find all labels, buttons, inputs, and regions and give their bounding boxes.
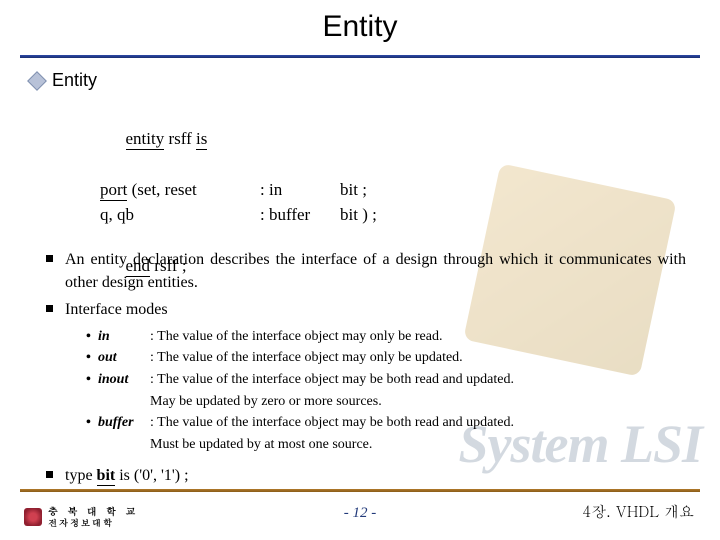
list-item: An entity declaration describes the inte… — [46, 248, 686, 294]
dot-bullet-icon: • — [86, 326, 98, 348]
dot-bullet-icon: • — [86, 369, 98, 391]
list-item: • in : The value of the interface object… — [86, 326, 686, 348]
chapter-label: 4장. VHDL 개요 — [582, 501, 694, 522]
list-item: • buffer : The value of the interface ob… — [86, 412, 686, 434]
section-title: Entity — [52, 70, 97, 91]
square-bullet-icon — [46, 305, 53, 312]
footer-rule — [20, 489, 700, 492]
square-bullet-icon — [46, 255, 53, 262]
dot-bullet-icon: • — [86, 347, 98, 369]
diamond-icon — [27, 71, 47, 91]
section-header: Entity — [30, 70, 97, 91]
title-rule — [20, 55, 700, 58]
list-item: type bit is ('0', '1') ; — [46, 464, 686, 487]
square-bullet-icon — [46, 471, 53, 478]
list-item: • inout : The value of the interface obj… — [86, 369, 686, 391]
list-item: • out : The value of the interface objec… — [86, 347, 686, 369]
list-item-cont: May be updated by zero or more sources. — [86, 391, 686, 413]
slide-title: Entity — [0, 10, 720, 44]
list-item: Interface modes — [46, 298, 686, 321]
bullet-list: An entity declaration describes the inte… — [46, 248, 686, 491]
footer: 충 북 대 학 교 전자정보대학 - 12 - 4장. VHDL 개요 — [0, 498, 720, 528]
dot-bullet-icon: • — [86, 412, 98, 434]
list-item-cont: Must be updated by at most one source. — [86, 434, 686, 456]
